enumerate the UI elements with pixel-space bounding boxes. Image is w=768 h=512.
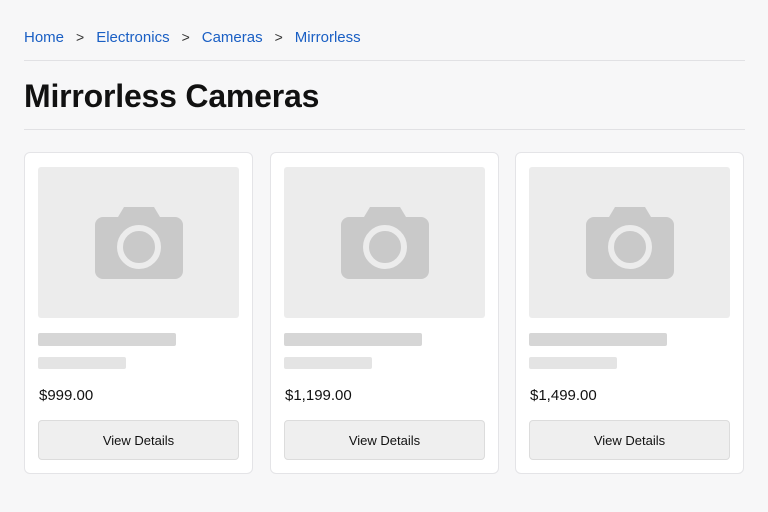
product-name-skeleton bbox=[529, 333, 667, 346]
product-card: $999.00 View Details bbox=[24, 152, 253, 474]
product-card: $1,199.00 View Details bbox=[270, 152, 499, 474]
camera-icon bbox=[340, 206, 429, 279]
product-card: $1,499.00 View Details bbox=[515, 152, 744, 474]
breadcrumb-electronics-link[interactable]: Electronics bbox=[96, 29, 169, 46]
breadcrumb: Home > Electronics > Cameras > Mirrorles… bbox=[24, 27, 361, 47]
camera-icon bbox=[94, 206, 183, 279]
title-divider bbox=[24, 129, 745, 130]
product-listing-page: Home > Electronics > Cameras > Mirrorles… bbox=[0, 0, 768, 512]
product-image-placeholder[interactable] bbox=[284, 167, 485, 318]
product-subtitle-skeleton bbox=[529, 357, 617, 369]
product-price: $1,499.00 bbox=[530, 387, 597, 404]
product-subtitle-skeleton bbox=[284, 357, 372, 369]
product-price: $1,199.00 bbox=[285, 387, 352, 404]
camera-icon bbox=[585, 206, 674, 279]
breadcrumb-separator: > bbox=[274, 29, 283, 45]
product-image-placeholder[interactable] bbox=[529, 167, 730, 318]
view-details-button[interactable]: View Details bbox=[529, 420, 730, 460]
product-price: $999.00 bbox=[39, 387, 94, 404]
breadcrumb-home-link[interactable]: Home bbox=[24, 29, 64, 46]
page-title: Mirrorless Cameras bbox=[24, 78, 320, 114]
product-image-placeholder[interactable] bbox=[38, 167, 239, 318]
view-details-button[interactable]: View Details bbox=[284, 420, 485, 460]
product-name-skeleton bbox=[284, 333, 422, 346]
breadcrumb-separator: > bbox=[181, 29, 190, 45]
product-subtitle-skeleton bbox=[38, 357, 126, 369]
header-divider bbox=[24, 60, 745, 61]
breadcrumb-cameras-link[interactable]: Cameras bbox=[202, 29, 263, 46]
view-details-button[interactable]: View Details bbox=[38, 420, 239, 460]
product-name-skeleton bbox=[38, 333, 176, 346]
breadcrumb-mirrorless-link[interactable]: Mirrorless bbox=[295, 29, 361, 46]
breadcrumb-separator: > bbox=[76, 29, 85, 45]
